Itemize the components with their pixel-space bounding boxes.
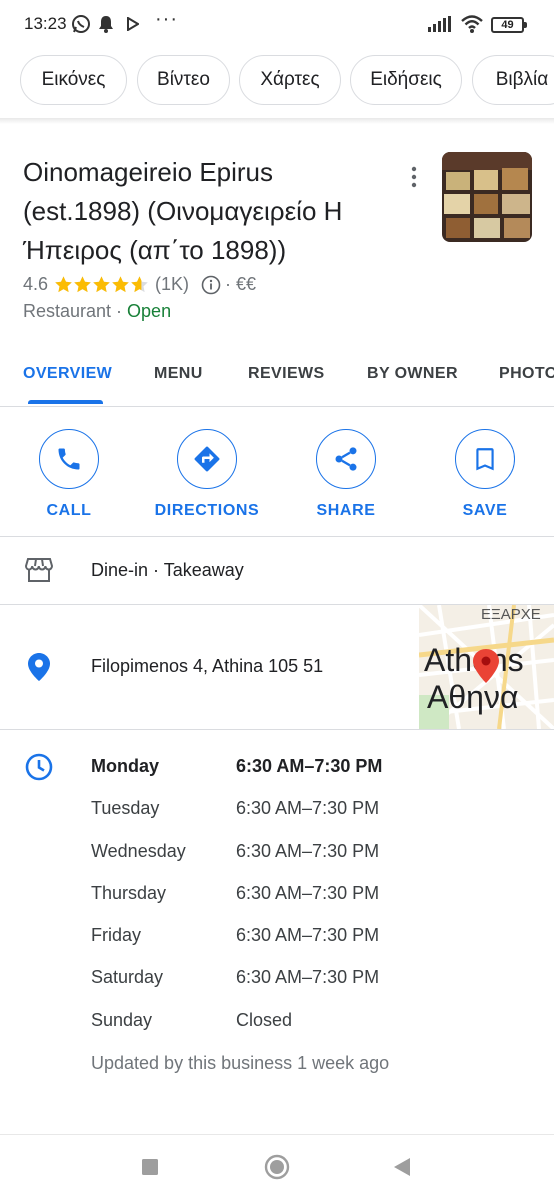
day-name: Wednesday (91, 841, 186, 861)
open-status: Open (127, 301, 172, 321)
whatsapp-icon (71, 14, 91, 39)
map-area-label: ΕΞΑΡΧΕ (481, 606, 541, 623)
category-row: Restaurant · Open (23, 301, 171, 322)
back-icon[interactable] (393, 1157, 411, 1182)
place-category: Restaurant · (23, 301, 128, 321)
tab-reviews[interactable]: REVIEWS (248, 365, 325, 383)
rating-value: 4.6 (23, 273, 49, 294)
chips-shadow (0, 118, 554, 124)
place-name: Oinomageireio Epirus (est.1898) (Οινομαγ… (23, 157, 343, 265)
play-store-icon (127, 16, 140, 36)
call-label: CALL (46, 502, 92, 519)
day-hours: 6:30 AM–7:30 PM (236, 883, 380, 903)
chip-maps[interactable]: Χάρτες (239, 55, 341, 105)
location-pin-icon (28, 653, 50, 686)
phone-icon (39, 429, 99, 489)
day-hours: 6:30 AM–7:30 PM (236, 967, 380, 987)
directions-label: DIRECTIONS (154, 502, 260, 519)
tab-overview[interactable]: OVERVIEW (23, 365, 112, 383)
tab-by-owner[interactable]: BY OWNER (367, 365, 458, 383)
share-label: SHARE (316, 502, 376, 519)
more-notifications-icon: ··· (155, 8, 178, 30)
place-photo[interactable] (442, 152, 532, 242)
day-name: Thursday (91, 883, 167, 903)
map-thumbnail[interactable]: ΕΞΑΡΧΕ Athens Αθηνα (419, 605, 554, 729)
tab-menu[interactable]: MENU (154, 365, 203, 383)
battery-indicator: 49 (491, 17, 527, 33)
share-icon (316, 429, 376, 489)
bell-icon (98, 15, 114, 38)
star-icon (55, 275, 72, 292)
signal-icon (428, 16, 454, 37)
day-hours: Closed (236, 1010, 293, 1030)
directions-icon (177, 429, 237, 489)
info-icon[interactable] (201, 273, 221, 294)
star-icon (74, 275, 91, 292)
rating-stars (54, 275, 149, 294)
day-hours: 6:30 AM–7:30 PM (236, 756, 383, 776)
bookmark-icon (455, 429, 515, 489)
day-hours: 6:30 AM–7:30 PM (236, 798, 380, 818)
day-hours: 6:30 AM–7:30 PM (236, 925, 380, 945)
hours-updated-note: Updated by this business 1 week ago (91, 1053, 390, 1073)
clock-icon (25, 753, 53, 786)
divider (0, 729, 554, 730)
day-name: Friday (91, 925, 142, 945)
day-name: Monday (91, 756, 160, 776)
status-time: 13:23 (24, 14, 67, 33)
more-options-icon[interactable] (404, 166, 424, 188)
share-button[interactable]: SHARE (276, 429, 416, 520)
divider (0, 536, 554, 537)
save-label: SAVE (462, 502, 508, 519)
status-bar: 13:23 ··· 49 (0, 0, 554, 50)
wifi-icon (460, 14, 484, 39)
star-icon (112, 275, 129, 292)
chip-books[interactable]: Βιβλία (472, 55, 554, 105)
tab-indicator (28, 400, 103, 404)
search-chips: Εικόνες Βίντεο Χάρτες Ειδήσεις Βιβλία (0, 55, 554, 107)
recent-apps-icon[interactable] (141, 1158, 159, 1181)
chip-videos[interactable]: Βίντεο (137, 55, 230, 105)
storefront-icon (24, 557, 54, 588)
home-icon[interactable] (264, 1154, 290, 1185)
call-button[interactable]: CALL (0, 429, 139, 520)
star-icon (131, 275, 148, 292)
tab-photos[interactable]: PHOTOS (499, 365, 554, 383)
price-level: · €€ (225, 273, 257, 294)
map-label-gr: Αθηνα (427, 679, 518, 715)
day-name: Saturday (91, 967, 164, 987)
rating-row: 4.6 (1K) · €€ (23, 271, 256, 297)
review-count[interactable]: (1K) (155, 274, 189, 295)
system-nav-bar (0, 1134, 554, 1200)
service-options: Dine-in · Takeaway (91, 560, 244, 580)
day-name: Tuesday (91, 798, 160, 818)
day-hours: 6:30 AM–7:30 PM (236, 841, 380, 861)
chip-news[interactable]: Ειδήσεις (350, 55, 462, 105)
directions-button[interactable]: DIRECTIONS (137, 429, 277, 520)
star-icon (93, 275, 110, 292)
day-name: Sunday (91, 1010, 153, 1030)
chip-images[interactable]: Εικόνες (20, 55, 127, 105)
address-text[interactable]: Filopimenos 4, Athina 105 51 (91, 656, 323, 677)
save-button[interactable]: SAVE (415, 429, 554, 520)
